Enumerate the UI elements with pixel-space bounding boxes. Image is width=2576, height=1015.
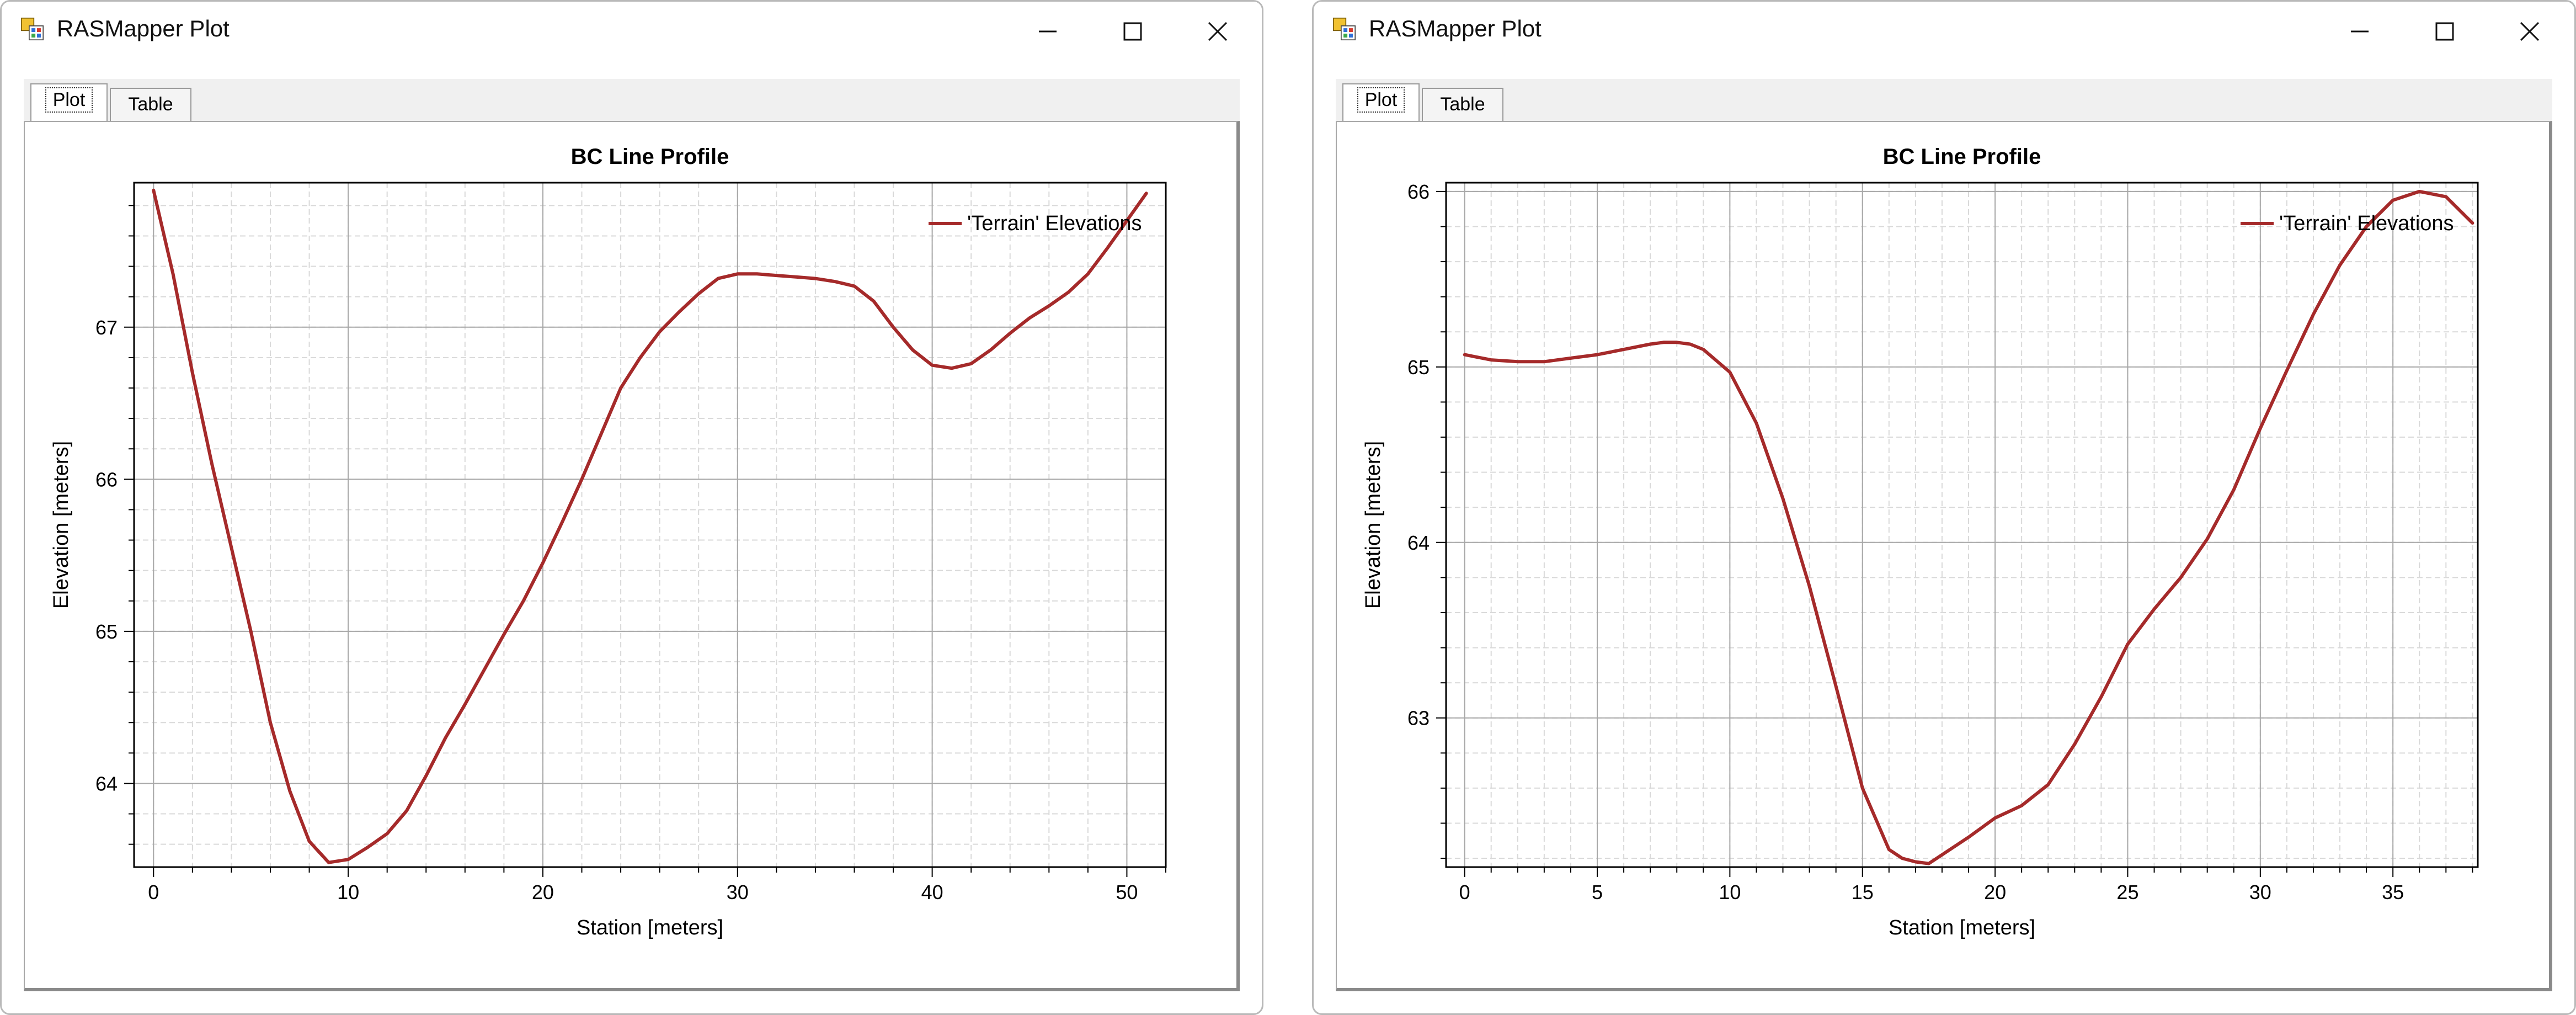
y-tick-label: 66 (1407, 180, 1430, 203)
x-tick-label: 10 (1719, 881, 1741, 904)
plot-area-border (133, 182, 1167, 868)
tab-plot[interactable]: Plot (30, 83, 108, 121)
x-tick-label: 25 (2116, 881, 2138, 904)
minor-grid (1446, 183, 2478, 867)
title-bar[interactable]: RASMapper Plot (2, 2, 1262, 61)
window-title: RASMapper Plot (1369, 15, 1542, 41)
tab-table[interactable]: Table (1422, 88, 1503, 121)
legend-label: 'Terrain' Elevations (967, 212, 1142, 235)
y-tick-label: 66 (95, 468, 118, 491)
plot-area-border (1445, 182, 2479, 868)
y-tick-label: 65 (95, 620, 118, 643)
x-tick-label: 10 (337, 881, 359, 904)
x-tick-label: 35 (2382, 881, 2404, 904)
legend-label: 'Terrain' Elevations (2279, 212, 2454, 235)
tab-table[interactable]: Table (110, 88, 191, 121)
axis-ticks (1436, 190, 2473, 877)
profile-chart[interactable]: 0 5 10 15 20 25 30 35 63 64 65 66 BC Line Profile Sta… (1337, 122, 2551, 996)
maximize-button[interactable] (2412, 7, 2478, 56)
plot-window-left: RASMapper Plot Plot Table 0 10 20 30 40 50 64 6… (0, 0, 1263, 1015)
minimize-icon (1039, 30, 1057, 33)
x-axis-label: Station [meters] (1889, 916, 2035, 939)
x-tick-label: 20 (532, 881, 554, 904)
minimize-button[interactable] (2327, 7, 2393, 56)
x-tick-label: 30 (727, 881, 749, 904)
window-title: RASMapper Plot (57, 15, 230, 41)
tab-strip: Plot Table (1336, 79, 2552, 122)
y-axis-label: Elevation [meters] (1362, 441, 1385, 609)
plot-panel: 0 10 20 30 40 50 64 65 66 67 BC Line Profile Statio… (24, 121, 1240, 991)
y-tick-label: 67 (95, 316, 118, 339)
x-tick-label: 50 (1116, 881, 1138, 904)
x-tick-label: 40 (921, 881, 943, 904)
client-area: Plot Table 0 5 10 15 20 25 30 35 63 64 65 66 BC Line… (1336, 79, 2552, 991)
chart-title: BC Line Profile (1883, 145, 2041, 169)
tab-plot[interactable]: Plot (1342, 83, 1420, 121)
app-icon (1332, 17, 1356, 41)
close-icon (2520, 22, 2540, 41)
close-icon (1208, 22, 1228, 41)
x-tick-label: 30 (2249, 881, 2271, 904)
close-button[interactable] (1185, 7, 1251, 56)
major-grid (134, 183, 1166, 867)
y-tick-label: 65 (1407, 356, 1430, 379)
maximize-icon (1123, 22, 1142, 41)
x-axis-label: Station [meters] (577, 916, 723, 939)
y-tick-label: 64 (95, 772, 118, 795)
minimize-button[interactable] (1015, 7, 1081, 56)
y-axis-label: Elevation [meters] (50, 441, 73, 609)
minor-grid (134, 183, 1166, 867)
tab-strip: Plot Table (24, 79, 1240, 122)
y-tick-label: 64 (1407, 532, 1430, 554)
app-icon (20, 17, 44, 41)
major-grid (1446, 183, 2478, 867)
title-bar[interactable]: RASMapper Plot (1314, 2, 2574, 61)
chart-title: BC Line Profile (571, 145, 729, 169)
maximize-icon (2435, 22, 2454, 41)
plot-panel: 0 5 10 15 20 25 30 35 63 64 65 66 BC Line Profile Sta… (1336, 121, 2552, 991)
minimize-icon (2351, 30, 2369, 33)
plot-window-right: RASMapper Plot Plot Table 0 5 10 15 20 25 30 35… (1312, 0, 2576, 1015)
series-line (152, 188, 1148, 864)
x-tick-label: 0 (148, 881, 159, 904)
y-tick-label: 63 (1407, 707, 1430, 730)
x-tick-label: 5 (1592, 881, 1603, 904)
profile-chart[interactable]: 0 10 20 30 40 50 64 65 66 67 BC Line Profile Statio… (25, 122, 1239, 996)
close-button[interactable] (2497, 7, 2563, 56)
maximize-button[interactable] (1100, 7, 1166, 56)
x-tick-label: 20 (1984, 881, 2006, 904)
client-area: Plot Table 0 10 20 30 40 50 64 65 66 67 BC Line Pr… (24, 79, 1240, 991)
x-tick-label: 15 (1852, 881, 1874, 904)
x-tick-label: 0 (1459, 881, 1470, 904)
